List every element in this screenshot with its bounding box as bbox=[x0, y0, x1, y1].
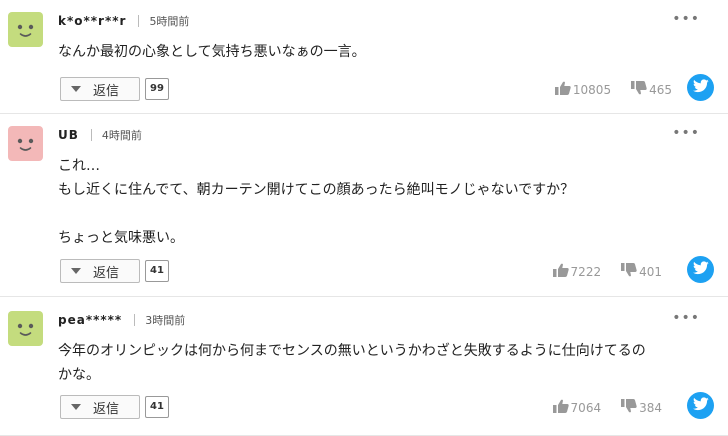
username[interactable]: k*o**r**r bbox=[58, 14, 126, 28]
reply-button[interactable]: 返信 bbox=[60, 77, 140, 101]
comment-line: ちょっと気味悪い。 bbox=[58, 230, 184, 246]
reply-label: 返信 bbox=[93, 401, 120, 417]
comment-line: もし近くに住んでて、朝カーテン開けてこの顔あったら絶叫モノじゃないですか？ bbox=[58, 182, 575, 198]
dislike-count: 465 bbox=[649, 82, 672, 97]
comment-meta: UB 4時間前 bbox=[58, 127, 142, 143]
reply-count-badge[interactable]: 41 bbox=[145, 396, 169, 418]
avatar[interactable] bbox=[8, 126, 43, 161]
twitter-share-button[interactable] bbox=[687, 392, 714, 419]
chevron-down-icon bbox=[71, 86, 81, 92]
comment-meta: k*o**r**r 5時間前 bbox=[58, 13, 189, 29]
more-icon[interactable]: ••• bbox=[672, 11, 700, 27]
vote-bar: 7064 384 bbox=[552, 399, 662, 416]
thumbs-up-icon bbox=[554, 81, 573, 98]
username[interactable]: UB bbox=[58, 128, 79, 142]
more-icon[interactable]: ••• bbox=[672, 310, 700, 326]
more-icon[interactable]: ••• bbox=[672, 125, 700, 141]
chevron-down-icon bbox=[71, 268, 81, 274]
dislike-button[interactable]: 401 bbox=[621, 263, 662, 280]
comment-item: UB 4時間前 ••• これ… もし近くに住んでて、朝カーテン開けてこの顔あったら… bbox=[0, 114, 728, 297]
like-count: 10805 bbox=[572, 82, 612, 97]
meta-divider bbox=[134, 314, 136, 326]
twitter-share-button[interactable] bbox=[687, 256, 714, 283]
comment-line bbox=[58, 202, 708, 226]
avatar[interactable] bbox=[8, 311, 43, 346]
comment-line: なんか最初の心象として気持ち悪いなぁの一言。 bbox=[58, 44, 366, 60]
like-count: 7064 bbox=[570, 400, 602, 415]
dislike-count: 401 bbox=[639, 264, 662, 279]
reply-label: 返信 bbox=[93, 83, 120, 99]
comment-line: これ… bbox=[58, 158, 100, 174]
vote-bar: 10805 465 bbox=[554, 81, 672, 98]
thumbs-up-icon bbox=[552, 399, 571, 416]
timestamp: 4時間前 bbox=[101, 129, 142, 142]
avatar[interactable] bbox=[8, 12, 43, 47]
comment-text: 今年のオリンピックは何から何までセンスの無いというかわざと失敗するように仕向けて… bbox=[58, 339, 708, 387]
timestamp: 5時間前 bbox=[149, 15, 190, 28]
reply-label: 返信 bbox=[93, 265, 120, 281]
twitter-icon bbox=[692, 260, 709, 279]
timestamp: 3時間前 bbox=[145, 314, 186, 327]
chevron-down-icon bbox=[71, 404, 81, 410]
username[interactable]: pea***** bbox=[58, 313, 122, 327]
dislike-button[interactable]: 384 bbox=[621, 399, 662, 416]
reply-button[interactable]: 返信 bbox=[60, 259, 140, 283]
twitter-icon bbox=[692, 78, 709, 97]
reply-count-badge[interactable]: 41 bbox=[145, 260, 169, 282]
comment-text: これ… もし近くに住んでて、朝カーテン開けてこの顔あったら絶叫モノじゃないですか？… bbox=[58, 154, 708, 250]
dislike-count: 384 bbox=[639, 400, 662, 415]
meta-divider bbox=[90, 129, 92, 141]
comment-line: 今年のオリンピックは何から何までセンスの無いというかわざと失敗するように仕向けて… bbox=[58, 343, 646, 359]
comment-item: k*o**r**r 5時間前 ••• なんか最初の心象として気持ち悪いなぁの一言… bbox=[0, 0, 728, 114]
reply-count-badge[interactable]: 99 bbox=[145, 78, 169, 100]
reply-button[interactable]: 返信 bbox=[60, 395, 140, 419]
comment-line: かな。 bbox=[58, 367, 100, 383]
like-count: 7222 bbox=[570, 264, 602, 279]
like-button[interactable]: 7064 bbox=[552, 399, 602, 416]
twitter-icon bbox=[692, 396, 709, 415]
comment-meta: pea***** 3時間前 bbox=[58, 312, 185, 328]
like-button[interactable]: 10805 bbox=[554, 81, 612, 98]
dislike-button[interactable]: 465 bbox=[631, 81, 672, 98]
comment-list: k*o**r**r 5時間前 ••• なんか最初の心象として気持ち悪いなぁの一言… bbox=[0, 0, 728, 436]
comment-item: pea***** 3時間前 ••• 今年のオリンピックは何から何までセンスの無い… bbox=[0, 297, 728, 436]
thumbs-up-icon bbox=[552, 263, 571, 280]
thumbs-down-icon bbox=[631, 81, 649, 98]
vote-bar: 7222 401 bbox=[552, 263, 662, 280]
twitter-share-button[interactable] bbox=[687, 74, 714, 101]
meta-divider bbox=[138, 15, 140, 27]
thumbs-down-icon bbox=[621, 399, 639, 416]
like-button[interactable]: 7222 bbox=[552, 263, 602, 280]
comment-text: なんか最初の心象として気持ち悪いなぁの一言。 bbox=[58, 40, 708, 64]
thumbs-down-icon bbox=[621, 263, 639, 280]
